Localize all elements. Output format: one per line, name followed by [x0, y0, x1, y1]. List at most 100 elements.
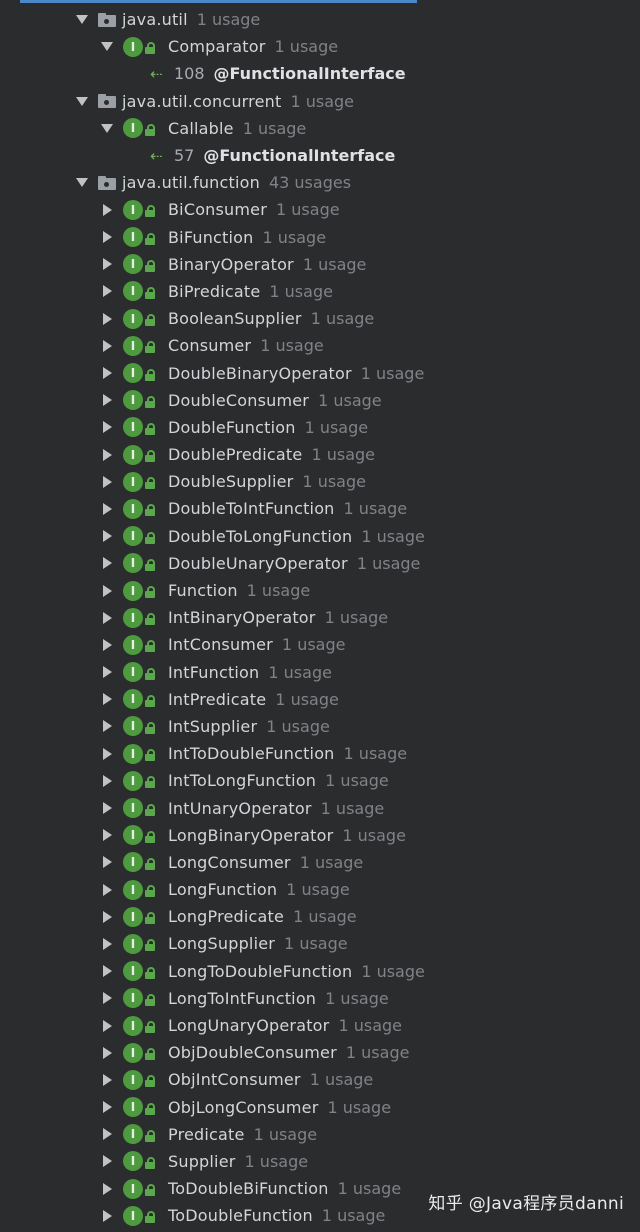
lock-icon [145, 1102, 155, 1115]
interface-row[interactable]: I ObjDoubleConsumer 1 usage [0, 1039, 640, 1066]
chevron-right-icon[interactable] [101, 313, 113, 325]
interface-row[interactable]: I IntBinaryOperator 1 usage [0, 604, 640, 631]
interface-row[interactable]: I DoubleToLongFunction 1 usage [0, 523, 640, 550]
interface-row[interactable]: I IntFunction 1 usage [0, 659, 640, 686]
interface-row[interactable]: I BooleanSupplier 1 usage [0, 305, 640, 332]
interface-row[interactable]: I DoubleBinaryOperator 1 usage [0, 359, 640, 386]
chevron-right-icon[interactable] [101, 530, 113, 542]
usage-count: 1 usage [293, 907, 357, 927]
chevron-right-icon[interactable] [101, 476, 113, 488]
chevron-right-icon[interactable] [101, 503, 113, 515]
chevron-right-icon[interactable] [101, 1183, 113, 1195]
package-name: java.util.function [122, 173, 260, 193]
interface-row[interactable]: I Function 1 usage [0, 577, 640, 604]
chevron-right-icon[interactable] [101, 1020, 113, 1032]
chevron-right-icon[interactable] [101, 775, 113, 787]
chevron-right-icon[interactable] [101, 911, 113, 923]
interface-row[interactable]: I BiFunction 1 usage [0, 224, 640, 251]
chevron-right-icon[interactable] [101, 394, 113, 406]
interface-row[interactable]: I IntSupplier 1 usage [0, 713, 640, 740]
chevron-right-icon[interactable] [101, 367, 113, 379]
chevron-right-icon[interactable] [101, 639, 113, 651]
package-row[interactable]: java.util.function 43 usages [0, 169, 640, 196]
interface-row[interactable]: I BiPredicate 1 usage [0, 278, 640, 305]
chevron-down-icon[interactable] [101, 122, 113, 134]
package-row[interactable]: java.util 1 usage [0, 6, 640, 33]
interface-name: DoubleToIntFunction [168, 499, 335, 519]
interface-row[interactable]: I Supplier 1 usage [0, 1148, 640, 1175]
interface-row[interactable]: I DoublePredicate 1 usage [0, 441, 640, 468]
interface-row[interactable]: I BinaryOperator 1 usage [0, 251, 640, 278]
interface-row[interactable]: I IntUnaryOperator 1 usage [0, 794, 640, 821]
chevron-down-icon[interactable] [76, 14, 88, 26]
interface-row[interactable]: I DoubleFunction 1 usage [0, 414, 640, 441]
chevron-right-icon[interactable] [101, 748, 113, 760]
interface-row[interactable]: I LongPredicate 1 usage [0, 903, 640, 930]
interface-icon: I [123, 227, 143, 248]
interface-name: LongFunction [168, 880, 278, 900]
chevron-right-icon[interactable] [101, 884, 113, 896]
chevron-right-icon[interactable] [101, 204, 113, 216]
chevron-right-icon[interactable] [101, 231, 113, 243]
interface-row[interactable]: I IntToLongFunction 1 usage [0, 767, 640, 794]
chevron-right-icon[interactable] [101, 666, 113, 678]
interface-row[interactable]: I Predicate 1 usage [0, 1121, 640, 1148]
chevron-down-icon[interactable] [76, 177, 88, 189]
interface-row[interactable]: I DoubleConsumer 1 usage [0, 387, 640, 414]
lock-icon [145, 1129, 155, 1142]
interface-row[interactable]: I IntPredicate 1 usage [0, 686, 640, 713]
chevron-right-icon[interactable] [101, 1210, 113, 1222]
interface-icon: I [123, 199, 143, 220]
chevron-right-icon[interactable] [101, 965, 113, 977]
chevron-right-icon[interactable] [101, 340, 113, 352]
chevron-right-icon[interactable] [101, 285, 113, 297]
reference-row[interactable]: ⇠ 108 @FunctionalInterface [0, 60, 640, 87]
chevron-down-icon[interactable] [101, 41, 113, 53]
interface-row[interactable]: I ObjLongConsumer 1 usage [0, 1094, 640, 1121]
chevron-right-icon[interactable] [101, 1047, 113, 1059]
interface-row[interactable]: I DoubleToIntFunction 1 usage [0, 495, 640, 522]
chevron-right-icon[interactable] [101, 992, 113, 1004]
interface-row[interactable]: I LongBinaryOperator 1 usage [0, 822, 640, 849]
chevron-right-icon[interactable] [101, 557, 113, 569]
chevron-right-icon[interactable] [101, 1074, 113, 1086]
usage-count: 1 usage [361, 961, 425, 981]
chevron-right-icon[interactable] [101, 258, 113, 270]
chevron-right-icon[interactable] [101, 856, 113, 868]
interface-row[interactable]: I Consumer 1 usage [0, 332, 640, 359]
lock-icon [145, 857, 155, 870]
chevron-right-icon[interactable] [101, 449, 113, 461]
chevron-right-icon[interactable] [101, 802, 113, 814]
chevron-right-icon[interactable] [101, 1155, 113, 1167]
interface-row[interactable]: I LongToIntFunction 1 usage [0, 985, 640, 1012]
interface-row[interactable]: I LongToDoubleFunction 1 usage [0, 958, 640, 985]
interface-row[interactable]: I IntToDoubleFunction 1 usage [0, 740, 640, 767]
interface-row[interactable]: I LongFunction 1 usage [0, 876, 640, 903]
interface-row[interactable]: I LongConsumer 1 usage [0, 849, 640, 876]
interface-row[interactable]: I Callable 1 usage [0, 115, 640, 142]
interface-row[interactable]: I LongUnaryOperator 1 usage [0, 1012, 640, 1039]
interface-row[interactable]: I Comparator 1 usage [0, 33, 640, 60]
chevron-right-icon[interactable] [101, 829, 113, 841]
chevron-right-icon[interactable] [101, 1128, 113, 1140]
interface-icon: I [123, 634, 143, 655]
interface-icon: I [123, 1124, 143, 1145]
chevron-right-icon[interactable] [101, 612, 113, 624]
package-icon-dot [104, 18, 109, 24]
interface-row[interactable]: I DoubleUnaryOperator 1 usage [0, 550, 640, 577]
chevron-right-icon[interactable] [101, 1101, 113, 1113]
interface-row[interactable]: I ObjIntConsumer 1 usage [0, 1066, 640, 1093]
interface-row[interactable]: I DoubleSupplier 1 usage [0, 468, 640, 495]
package-row[interactable]: java.util.concurrent 1 usage [0, 88, 640, 115]
chevron-right-icon[interactable] [101, 693, 113, 705]
chevron-right-icon[interactable] [101, 421, 113, 433]
chevron-right-icon[interactable] [101, 720, 113, 732]
interface-row[interactable]: I LongSupplier 1 usage [0, 930, 640, 957]
chevron-right-icon[interactable] [101, 938, 113, 950]
interface-row[interactable]: I BiConsumer 1 usage [0, 196, 640, 223]
chevron-down-icon[interactable] [76, 95, 88, 107]
reference-row[interactable]: ⇠ 57 @FunctionalInterface [0, 142, 640, 169]
interface-row[interactable]: I IntConsumer 1 usage [0, 631, 640, 658]
chevron-right-icon[interactable] [101, 585, 113, 597]
interface-name: DoubleToLongFunction [168, 526, 353, 546]
